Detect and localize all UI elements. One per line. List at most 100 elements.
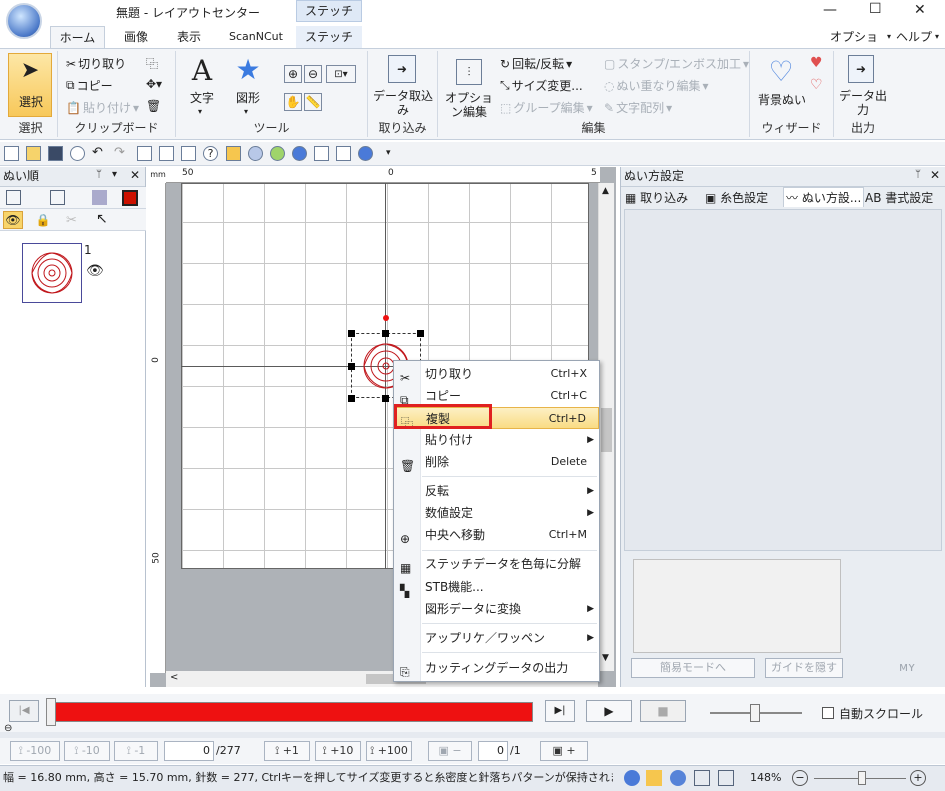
auto-scroll-checkbox[interactable] [822,707,834,719]
undo-icon[interactable]: ↶ [92,146,107,161]
menu-item-paste[interactable]: 貼り付け ▶ [394,429,599,451]
layout-icon[interactable] [6,190,21,205]
export-data-button[interactable]: データ出力 [834,89,892,117]
resize-handle[interactable] [382,330,389,337]
scroll-down-icon[interactable]: ▼ [602,653,609,663]
text-arrange-button[interactable]: ✎ 文字配列 ▾ [604,99,672,116]
heart-background-icon[interactable]: ♡ [764,55,798,88]
paste-button[interactable]: 📋 貼り付け ▾ [66,99,139,116]
group-edit-button[interactable]: ⬚ グループ編集 ▾ [500,99,593,116]
resize-handle[interactable] [348,330,355,337]
zoom-out-icon[interactable]: − [792,770,808,786]
stitch-sim-icon[interactable] [226,146,241,161]
tab-stitch[interactable]: ステッチ [296,26,362,48]
menu-item-delete[interactable]: 🗑 削除 Delete [394,451,599,473]
tab-view[interactable]: 表示 [165,26,213,48]
menu-item-center[interactable]: ⊕ 中央へ移動 Ctrl+M [394,524,599,546]
plus100-button[interactable]: ⟟ +100 [366,741,412,761]
import-data-icon[interactable]: ➜ [388,55,416,83]
export-data-icon[interactable]: ➜ [848,55,874,83]
sort-icon[interactable] [50,190,65,205]
help-icon[interactable]: ? [203,146,218,161]
scroll-up-icon[interactable]: ▲ [602,186,609,196]
zoom-in-icon[interactable]: + [910,770,926,786]
hide-guide-button[interactable]: ガイドを隠す [765,658,843,678]
color-red-icon[interactable] [122,190,138,206]
tab-import[interactable]: ▦ 取り込み [625,189,688,206]
view-icon[interactable] [181,146,196,161]
menu-item-split-colors[interactable]: ▦ ステッチデータを色毎に分解 [394,553,599,575]
color-sort-icon[interactable] [92,190,107,205]
cut-button[interactable]: ✂ 切り取り [66,55,126,72]
zoom-in-icon[interactable]: ⊕ [284,65,302,83]
color-plus-button[interactable]: ▣ + [540,741,588,761]
go-end-icon[interactable]: ▶| [545,700,575,722]
stitch-view-icon[interactable] [646,770,662,786]
plus10-button[interactable]: ⟟ +10 [315,741,361,761]
menu-item-numeric[interactable]: 数値設定 ▶ [394,502,599,524]
resize-handle[interactable] [348,363,355,370]
save-icon[interactable] [48,146,63,161]
resize-button[interactable]: ⤡ サイズ変更... [500,77,583,94]
close-pane-icon[interactable]: ✕ [930,168,940,182]
speed-slider-thumb[interactable] [750,704,760,722]
grid-icon[interactable] [694,770,710,786]
stop-icon[interactable]: ■ [640,700,686,722]
customize-qat-icon[interactable]: ▾ [386,148,391,158]
tab-scanncut[interactable]: ScanNCut [222,26,290,48]
option-edit-icon[interactable]: ⫶ [456,59,482,85]
measure-icon[interactable]: 📏 [304,93,322,111]
color-current-input[interactable]: 0 [478,741,508,761]
close-pane-icon[interactable]: ✕ [130,168,140,182]
preview-icon[interactable] [159,146,174,161]
zoom-icon[interactable] [70,146,85,161]
option-edit-button[interactable]: オプション編集 [440,91,498,119]
page-icon[interactable] [718,770,734,786]
tab-thread-color[interactable]: ▣ 糸色設定 [705,189,768,206]
hand-pan-icon[interactable]: ✋ [284,93,302,111]
collapse-icon[interactable]: ⊖ [4,723,12,734]
menu-item-stb[interactable]: ▚ STB機能... [394,576,599,598]
trash-icon[interactable]: 🗑 [146,99,161,113]
zoom-out-icon[interactable]: ⊖ [304,65,322,83]
scissors-icon[interactable]: ✂ [66,213,77,228]
stitch-progress-bar[interactable] [47,702,533,722]
print-icon[interactable] [137,146,152,161]
pointer-icon[interactable]: ↖ [96,211,108,227]
maximize-button[interactable]: ☐ [869,1,882,17]
close-button[interactable]: ✕ [914,2,926,18]
tab-stitch-settings[interactable]: 〰 ぬい方設... [783,187,865,207]
progress-handle[interactable] [46,698,56,726]
rotate-flip-button[interactable]: ↻ 回転/反転 ▾ [500,55,572,72]
menu-item-convert-shape[interactable]: 図形データに変換 ▶ [394,598,599,620]
overlap-edit-button[interactable]: ◌ ぬい重なり編集 ▾ [604,77,709,94]
menu-item-cutting-export[interactable]: ⎘ カッティングデータの出力 [394,657,599,679]
minus1-button[interactable]: ⟟ -1 [114,741,158,761]
zoom-select-icon[interactable]: ⊡▾ [326,65,356,83]
menu-help[interactable]: ヘルプ [896,26,932,48]
settings-icon[interactable] [336,146,351,161]
heart-small-icon[interactable]: ♥ [810,55,823,71]
realistic-view-icon[interactable] [248,146,263,161]
scroll-left-icon[interactable]: < [170,672,178,683]
align-icon[interactable]: ✥▾ [146,77,162,91]
play-icon[interactable]: ▶ [586,700,632,722]
resize-handle[interactable] [382,395,389,402]
menu-item-applique[interactable]: アップリケ／ワッペン ▶ [394,627,599,649]
stamp-emboss-button[interactable]: ▢ スタンプ/エンボス加工 ▾ [604,55,749,72]
view-mode-icon[interactable] [624,770,640,786]
tab-image[interactable]: 画像 [112,26,160,48]
sew-order-thumbnail[interactable] [22,243,82,303]
pin-icon[interactable]: ᛘ [915,169,921,180]
bg-stitch-button[interactable]: 背景ぬい [752,91,812,108]
text-tool-icon[interactable]: A [186,54,218,87]
tab-text-settings[interactable]: AB 書式設定 [865,189,933,206]
import-data-button[interactable]: データ取込み [370,89,436,117]
go-start-icon[interactable]: |◀ [9,700,39,722]
minus100-button[interactable]: ⟟ -100 [10,741,60,761]
page-icon[interactable] [314,146,329,161]
vertical-scrollbar[interactable]: ▲ ▼ [598,183,614,671]
realistic-view-icon[interactable] [670,770,686,786]
plus1-button[interactable]: ⟟ +1 [264,741,310,761]
menu-item-cut[interactable]: ✂ 切り取り Ctrl+X [394,363,599,385]
